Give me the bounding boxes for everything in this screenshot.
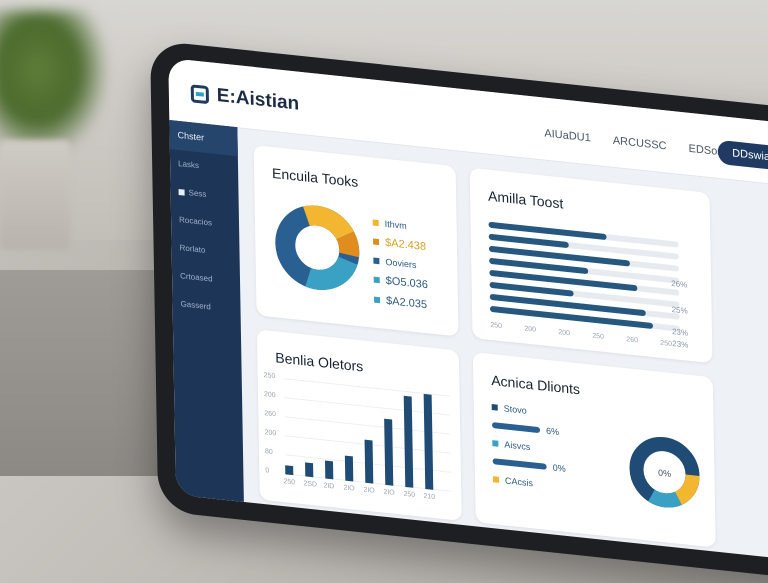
axis-tick-label: 260	[626, 336, 639, 345]
y-tick-label: 260	[264, 410, 277, 419]
card-hbar: Amilla Toost 250 200 200 250 260 250 26% 25% …	[469, 167, 713, 364]
legend-donut-1: Ithvm $A2.438 Ooviers $O5.036 $A2.035	[372, 217, 429, 319]
vbar-mark	[344, 455, 354, 482]
primary-button-label: DDswia	[732, 147, 768, 164]
card-title: Benlia Oletors	[275, 349, 364, 375]
legend-swatch	[373, 276, 380, 284]
legend-label: Ithvm	[384, 218, 407, 232]
legend-label: Ooviers	[385, 256, 417, 271]
sidebar-item-label: Chster	[177, 129, 205, 143]
legend-item: CAcsis	[492, 474, 566, 492]
sidebar-item-label: Gasserd	[180, 299, 211, 312]
card-donut-1: Encuila Tooks Ithvm $A2.438 Ooviers $O5.…	[253, 144, 459, 337]
donut-chart-1	[275, 205, 360, 290]
hbar-mark	[488, 233, 569, 249]
sidebar-item-label: Sess	[188, 188, 207, 199]
legend-label: $A2.035	[385, 294, 428, 312]
pct-label: 23%	[672, 339, 689, 350]
legend-bar	[492, 458, 547, 470]
y-tick-label: 250	[263, 372, 276, 381]
legend-label: Aisvcs	[504, 439, 531, 453]
axis-tick-label: 250	[592, 332, 605, 341]
legend-label: CAcsis	[504, 475, 534, 489]
vbar-mark	[285, 465, 294, 476]
sidebar-item-label: Rocacios	[178, 215, 213, 228]
legend-item: $A2.438	[373, 236, 427, 254]
legend-pct: 6%	[545, 425, 560, 438]
plant-pot	[0, 140, 70, 250]
legend-swatch	[372, 219, 379, 227]
app-logo[interactable]: E:Aistian	[190, 82, 300, 115]
pct-label: 26%	[671, 278, 688, 290]
plant-decoration	[0, 10, 110, 160]
pct-label: 23%	[671, 327, 689, 338]
vbar-mark	[403, 395, 414, 488]
vbar-mark	[305, 462, 314, 478]
legend-swatch	[373, 238, 380, 246]
legend-donut-2: Stovo 6% Aisvcs 0% CAcsis	[491, 402, 567, 500]
vbar-mark	[324, 460, 334, 480]
vbar-mark	[364, 439, 374, 484]
card-donut-2: Acnica Dlionts Stovo 6% Aisvcs 0% CAcsis…	[472, 352, 716, 548]
x-tick-label: 2IO	[383, 488, 395, 497]
legend-item: 6%	[491, 420, 565, 438]
sidebar-item-gasserd[interactable]: Gasserd	[172, 289, 240, 324]
sidebar-item-label: Lasks	[178, 158, 200, 171]
top-nav: AIUaDU1 ARCUSSC EDSos	[544, 128, 723, 159]
vbar-mark	[423, 393, 434, 490]
y-tick-label: 200	[264, 429, 277, 438]
legend-swatch	[374, 296, 381, 304]
sidebar-item-label: Crtoased	[179, 271, 213, 284]
checkbox-icon	[178, 189, 185, 196]
tablet-device: E:Aistian AIUaDU1 ARCUSSC EDSos DDswia ›…	[150, 40, 768, 583]
x-tick-label: 250	[403, 490, 416, 499]
axis-tick-label: 200	[524, 325, 537, 334]
nav-link-2[interactable]: ARCUSSC	[613, 135, 667, 153]
legend-label: Stovo	[503, 403, 527, 416]
x-tick-label: 2IO	[363, 486, 375, 495]
x-tick-label: 210	[423, 492, 436, 502]
legend-bar	[491, 422, 541, 434]
x-tick-label: 2SD	[303, 480, 318, 489]
y-tick-label: 0	[265, 467, 270, 475]
legend-item: Aisvcs	[492, 438, 565, 456]
primary-button[interactable]: DDswia ›	[717, 139, 768, 172]
x-tick-label: 2ID	[323, 482, 335, 491]
x-tick-label: 250	[283, 478, 296, 487]
card-title: Encuila Tooks	[271, 164, 359, 190]
axis-tick-label: 250	[490, 321, 503, 331]
app-title: E:Aistian	[216, 85, 300, 115]
legend-item: $A2.035	[374, 294, 428, 312]
legend-item: Stovo	[491, 402, 565, 420]
legend-swatch	[373, 257, 380, 265]
legend-pct: 0%	[552, 462, 566, 474]
legend-swatch	[492, 476, 500, 483]
logo-icon	[190, 84, 210, 105]
axis-tick-label: 250	[660, 339, 673, 349]
card-title: Amilla Toost	[487, 187, 564, 212]
legend-swatch	[492, 440, 499, 447]
legend-item: 0%	[492, 456, 566, 474]
card-vbar: Benlia Oletors 250 200 260 200 80 0 250 2SD 2ID 2…	[256, 329, 462, 521]
y-tick-label: 200	[263, 391, 276, 400]
card-title: Acnica Dlionts	[491, 371, 581, 398]
donut-chart-2: 0%	[629, 436, 700, 508]
legend-item: Ooviers	[373, 256, 427, 272]
legend-label: $O5.036	[385, 274, 429, 292]
x-tick-label: 2IO	[343, 484, 355, 493]
legend-swatch	[491, 404, 498, 411]
legend-item: Ithvm	[372, 217, 427, 233]
donut-center-label: 0%	[658, 468, 671, 479]
nav-link-1[interactable]: AIUaDU1	[544, 128, 591, 145]
legend-item: $O5.036	[373, 274, 429, 292]
tablet-screen: E:Aistian AIUaDU1 ARCUSSC EDSos DDswia ›…	[168, 57, 768, 563]
pct-label: 25%	[671, 304, 688, 316]
y-tick-label: 80	[264, 448, 273, 456]
legend-label: $A2.438	[384, 236, 427, 254]
sidebar-item-label: Rorlato	[179, 243, 206, 255]
sidebar: Chster Lasks Sess Rocacios Rorlato Crtoa…	[169, 120, 244, 502]
axis-tick-label: 200	[558, 329, 571, 338]
